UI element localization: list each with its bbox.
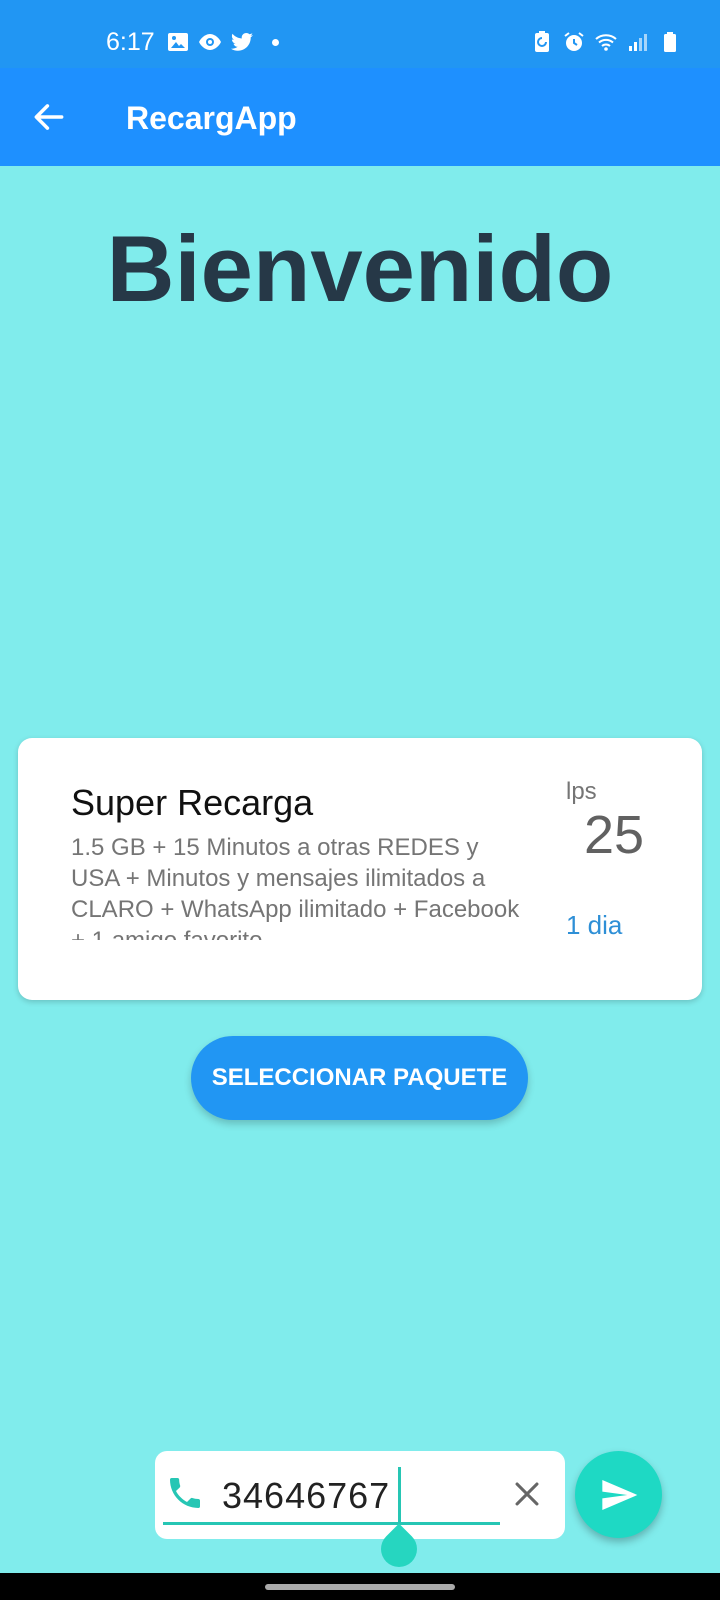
battery-icon [664, 32, 676, 52]
send-button[interactable] [575, 1451, 662, 1538]
package-card[interactable]: Super Recarga 1.5 GB + 15 Minutos a otra… [18, 738, 702, 1000]
send-icon [601, 1479, 637, 1510]
alarm-icon [564, 32, 584, 51]
status-left-icons [166, 30, 279, 54]
clear-icon[interactable] [510, 1477, 544, 1511]
phone-icon [170, 1478, 200, 1508]
package-description: 1.5 GB + 15 Minutos a otras REDES y USA … [71, 834, 520, 940]
notification-dot [272, 38, 279, 46]
select-package-button[interactable]: SELECCIONAR PAQUETE [191, 1036, 528, 1120]
status-right-icons [530, 30, 682, 54]
image-icon [168, 33, 188, 51]
package-title: Super Recarga [71, 782, 314, 823]
battery-saver-icon [535, 31, 549, 52]
twitter-icon [231, 33, 253, 51]
phone-input[interactable]: 34646767 [222, 1475, 390, 1517]
status-bar: 6:17 [0, 0, 720, 68]
navigation-bar [0, 1573, 720, 1600]
package-currency: lps [566, 778, 597, 805]
app-title: RecargApp [126, 100, 297, 136]
text-caret [398, 1467, 401, 1523]
home-gesture-handle[interactable] [265, 1584, 455, 1590]
app-bar: RecargApp [0, 68, 720, 166]
status-time: 6:17 [106, 28, 155, 56]
wifi-icon [595, 34, 617, 51]
phone-input-container: 34646767 [155, 1451, 565, 1539]
welcome-heading: Bienvenido [106, 216, 614, 321]
eye-icon [199, 34, 221, 50]
package-duration: 1 dia [566, 910, 623, 940]
signal-icon [629, 34, 647, 51]
package-price: 25 [584, 805, 645, 865]
input-underline [163, 1522, 500, 1525]
back-arrow-icon[interactable] [30, 98, 68, 136]
